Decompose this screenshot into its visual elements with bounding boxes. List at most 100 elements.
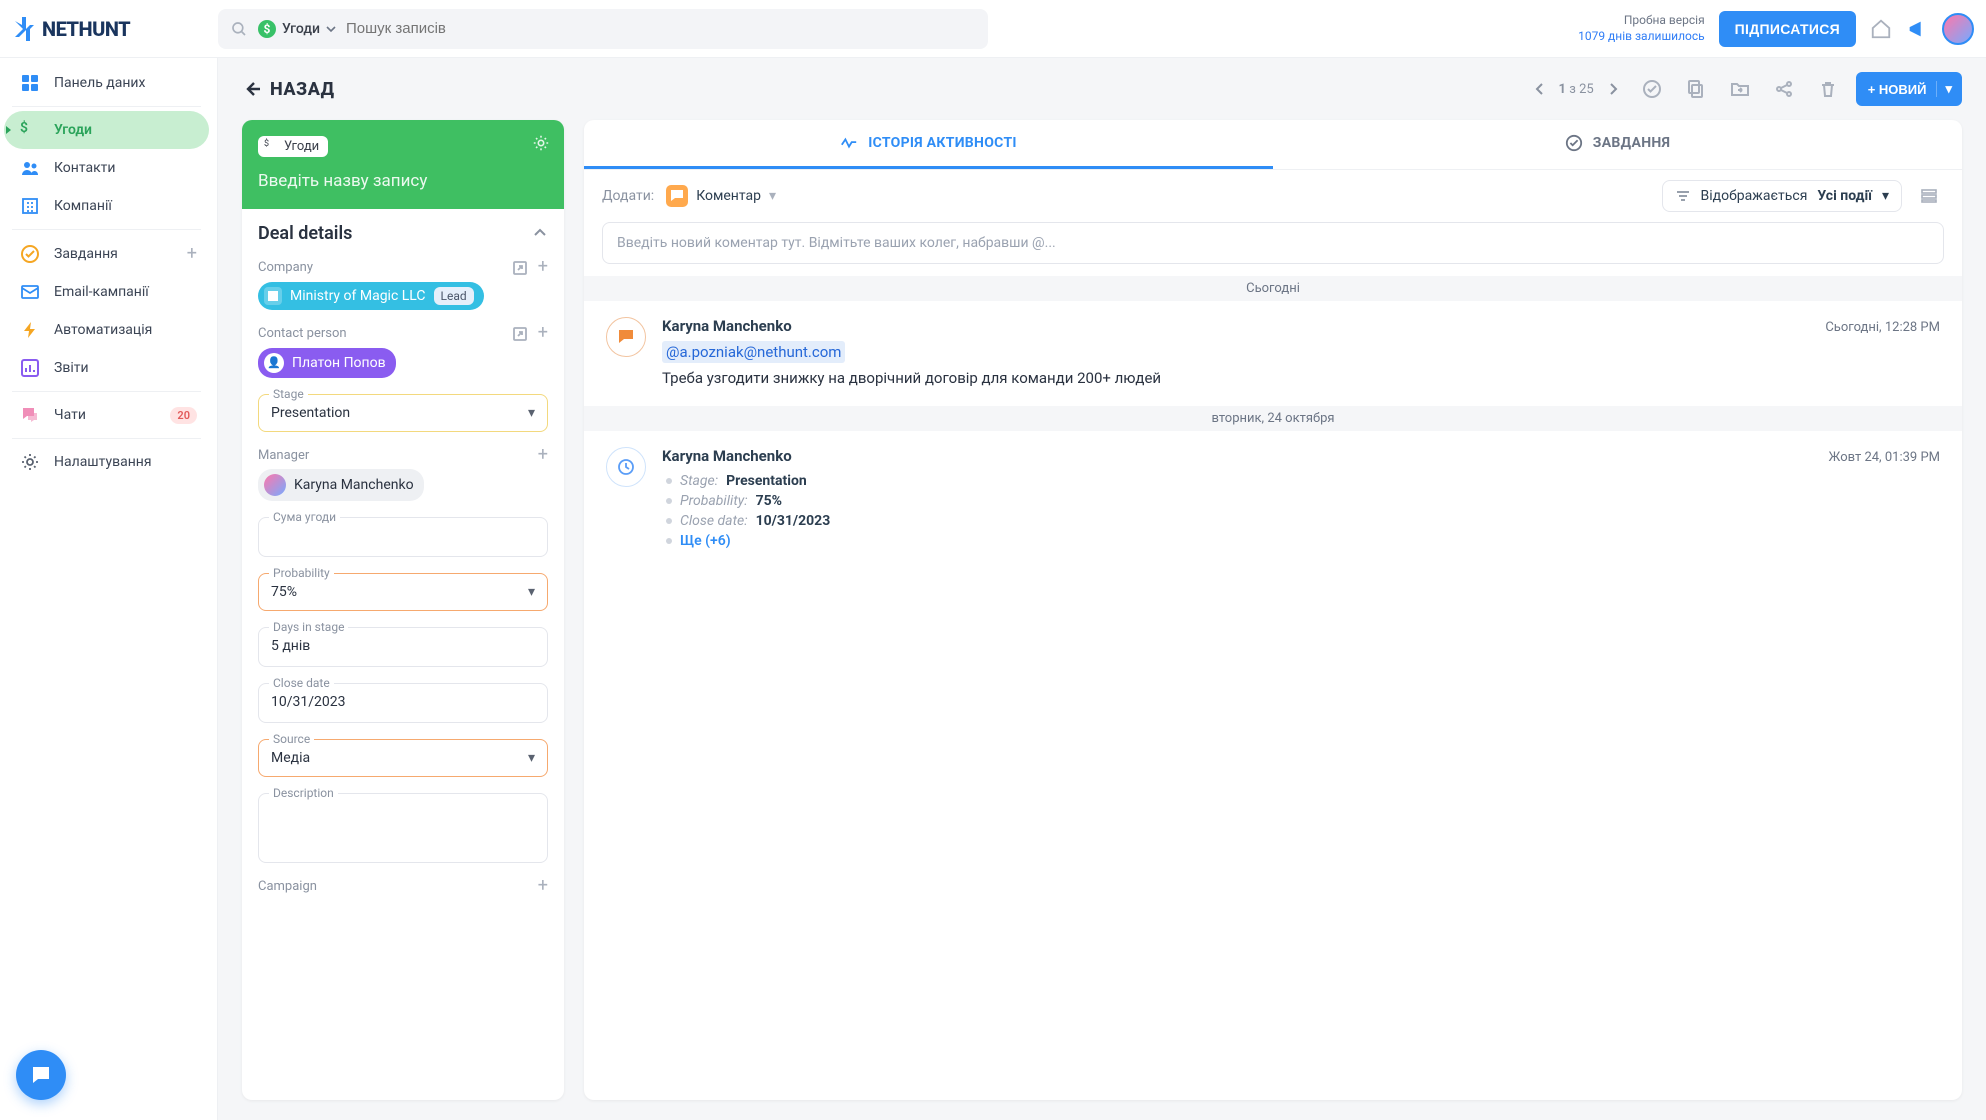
- stage-select[interactable]: Stage Presentation ▾: [258, 394, 548, 432]
- avatar-icon: [264, 474, 286, 496]
- amount-input[interactable]: Сума угоди: [258, 517, 548, 557]
- timeline-entry-comment: Karyna Manchenko Сьогодні, 12:28 PM @a.p…: [584, 301, 1962, 406]
- back-button[interactable]: НАЗАД: [242, 79, 334, 100]
- probability-select[interactable]: Probability 75% ▾: [258, 573, 548, 611]
- chevron-up-icon[interactable]: [532, 225, 548, 241]
- checkcircle-icon: [20, 244, 40, 264]
- field-label: Days in stage: [269, 620, 348, 634]
- show-more-link[interactable]: Ще (+6): [662, 531, 1940, 551]
- dollar-icon: $: [264, 139, 278, 153]
- search-input[interactable]: [346, 20, 976, 37]
- search-bar[interactable]: $ Угоди: [218, 9, 988, 49]
- avatar-icon: 👤: [264, 353, 284, 373]
- home-icon[interactable]: [1870, 18, 1892, 40]
- sidebar-item-email[interactable]: Email-кампанії: [4, 273, 209, 311]
- search-folder-label: Угоди: [282, 21, 320, 37]
- details-card: $ Угоди Введіть назву запису Deal detail…: [242, 120, 564, 1100]
- field-label: Close date: [269, 676, 334, 690]
- sidebar-item-reports[interactable]: Звіти: [4, 349, 209, 387]
- source-select[interactable]: Source Медіа ▾: [258, 739, 548, 777]
- entry-time: Сьогодні, 12:28 PM: [1825, 320, 1940, 335]
- field-label-contact: Contact person +: [258, 326, 548, 342]
- sidebar-item-automation[interactable]: Автоматизація: [4, 311, 209, 349]
- sidebar-item-label: Звіти: [54, 360, 89, 376]
- people-icon: [20, 158, 40, 178]
- dashboard-icon: [20, 73, 40, 93]
- section-title: Deal details: [258, 223, 548, 244]
- folder-move-icon[interactable]: [1724, 73, 1756, 105]
- manager-chip[interactable]: Karyna Manchenko: [258, 469, 424, 501]
- chat-badge: 20: [170, 407, 197, 424]
- field-label-campaign: Campaign +: [258, 879, 548, 894]
- subscribe-button[interactable]: ПІДПИСАТИСЯ: [1719, 11, 1856, 47]
- sidebar-item-label: Чати: [54, 407, 86, 423]
- field-label: Stage: [269, 387, 308, 401]
- caret-down-icon: ▾: [528, 584, 535, 600]
- comment-icon: [666, 185, 688, 207]
- sidebar-item-deals[interactable]: $ Угоди: [4, 111, 209, 149]
- pager: 1 з 25: [1529, 78, 1624, 100]
- company-chip[interactable]: Ministry of Magic LLC Lead: [258, 282, 484, 310]
- tab-activity[interactable]: ІСТОРІЯ АКТИВНОСТІ: [584, 120, 1273, 169]
- sidebar-item-settings[interactable]: Налаштування: [4, 443, 209, 481]
- history-icon: [606, 447, 646, 487]
- open-icon[interactable]: [512, 260, 528, 276]
- field-label-manager: Manager +: [258, 448, 548, 463]
- app-header: NETHUNT $ Угоди Пробна версія 1079 днів …: [0, 0, 1986, 58]
- sidebar-item-companies[interactable]: Компанії: [4, 187, 209, 225]
- plus-icon[interactable]: +: [538, 260, 548, 276]
- close-date-input[interactable]: Close date 10/31/2023: [258, 683, 548, 723]
- plus-icon[interactable]: +: [187, 243, 197, 264]
- gear-icon[interactable]: [532, 134, 550, 152]
- mention-link[interactable]: @a.pozniak@nethunt.com: [662, 341, 845, 363]
- description-input[interactable]: Description: [258, 793, 548, 863]
- sidebar-item-tasks[interactable]: Завдання +: [4, 234, 209, 273]
- sidebar-item-label: Автоматизація: [54, 322, 152, 338]
- record-title-input[interactable]: Введіть назву запису: [258, 171, 548, 191]
- record-toolbar: НАЗАД 1 з 25 + НОВИЙ ▾: [218, 58, 1986, 120]
- building-icon: [264, 287, 282, 305]
- check-icon[interactable]: [1636, 73, 1668, 105]
- field-label: Сума угоди: [269, 510, 340, 524]
- dollar-icon: $: [258, 20, 276, 38]
- entry-time: Жовт 24, 01:39 PM: [1829, 450, 1940, 465]
- entry-author: Karyna Manchenko: [662, 447, 792, 465]
- plus-icon[interactable]: +: [538, 448, 548, 462]
- caret-down-icon: ▾: [1936, 81, 1952, 97]
- search-icon: [230, 20, 248, 38]
- plus-icon[interactable]: +: [538, 326, 548, 342]
- add-comment-button[interactable]: Коментар ▾: [666, 185, 776, 207]
- sidebar-item-dashboard[interactable]: Панель даних: [4, 64, 209, 102]
- delete-icon[interactable]: [1812, 73, 1844, 105]
- dollar-icon: $: [20, 120, 40, 140]
- search-folder-selector[interactable]: $ Угоди: [258, 20, 336, 38]
- sidebar-item-label: Налаштування: [54, 454, 152, 470]
- field-label: Probability: [269, 566, 334, 580]
- day-divider: вторник, 24 октября: [584, 406, 1962, 431]
- sidebar-item-contacts[interactable]: Контакти: [4, 149, 209, 187]
- copy-icon[interactable]: [1680, 73, 1712, 105]
- open-icon[interactable]: [512, 326, 528, 342]
- tab-tasks[interactable]: ЗАВДАННЯ: [1273, 120, 1962, 169]
- chat-fab[interactable]: [16, 1050, 66, 1100]
- user-avatar[interactable]: [1942, 13, 1974, 45]
- comment-input[interactable]: Введіть новий коментар тут. Відмітьте ва…: [602, 222, 1944, 264]
- contact-chip[interactable]: 👤 Платон Попов: [258, 348, 396, 378]
- filter-dropdown[interactable]: Відображається Усі події ▾: [1662, 180, 1902, 212]
- caret-down-icon: ▾: [1882, 188, 1889, 204]
- plus-icon[interactable]: +: [538, 879, 548, 893]
- sidebar-item-chats[interactable]: Чати 20: [4, 396, 209, 434]
- announce-icon[interactable]: [1906, 18, 1928, 40]
- lead-badge: Lead: [434, 287, 474, 305]
- new-button[interactable]: + НОВИЙ ▾: [1856, 72, 1962, 106]
- folder-pill[interactable]: $ Угоди: [258, 136, 328, 157]
- app-logo: NETHUNT: [12, 17, 218, 41]
- timeline-settings-icon[interactable]: [1914, 181, 1944, 211]
- gear-icon: [20, 452, 40, 472]
- share-icon[interactable]: [1768, 73, 1800, 105]
- pager-next[interactable]: [1602, 78, 1624, 100]
- field-label: Description: [269, 786, 338, 800]
- pager-prev[interactable]: [1529, 78, 1551, 100]
- bolt-icon: [20, 320, 40, 340]
- caret-down-icon: ▾: [528, 750, 535, 766]
